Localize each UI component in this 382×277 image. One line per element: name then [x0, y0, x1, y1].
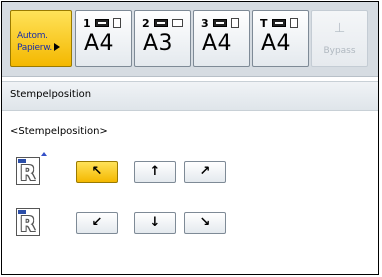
- play-arrow-icon: [53, 43, 60, 51]
- tray-2-button[interactable]: 2 A3: [134, 10, 191, 67]
- paper-tray-icon: [272, 19, 286, 27]
- paper-tray-icon: [154, 19, 168, 27]
- bypass-tray-icon: ⊥: [334, 21, 346, 36]
- paper-tray-icon: [95, 19, 109, 27]
- paper-size: A4: [202, 31, 233, 56]
- page-header: Stempelposition: [2, 81, 378, 111]
- position-bottom-center-button[interactable]: ↓: [134, 212, 176, 234]
- paper-size: A4: [84, 31, 115, 56]
- auto-paper-label-line2: Papierw.: [17, 43, 60, 53]
- paper-size: A4: [261, 31, 292, 56]
- paper-size: A3: [143, 31, 174, 56]
- bypass-tray-button[interactable]: ⊥ Bypass: [311, 10, 368, 67]
- tray-t-button[interactable]: T A4: [252, 10, 309, 67]
- tray-number: 3: [201, 17, 209, 30]
- paper-tray-icon: [213, 19, 227, 27]
- paper-tray-bar: Autom. Papierw. 1 A4 2 A3 3 A4 T A4 ⊥ By…: [2, 2, 378, 77]
- position-top-right-button[interactable]: ↗: [184, 161, 226, 183]
- paper-portrait-icon: [231, 18, 239, 28]
- tray-number: 2: [142, 17, 150, 30]
- paper-portrait-icon: [113, 18, 121, 28]
- position-top-left-button[interactable]: ↖: [76, 161, 118, 183]
- tray-3-button[interactable]: 3 A4: [193, 10, 250, 67]
- position-marker-icon: [41, 152, 47, 156]
- tray-number: 1: [83, 17, 91, 30]
- stamp-position-screen: Autom. Papierw. 1 A4 2 A3 3 A4 T A4 ⊥ By…: [1, 1, 379, 275]
- tray-1-button[interactable]: 1 A4: [75, 10, 132, 67]
- position-top-center-button[interactable]: ↑: [134, 161, 176, 183]
- auto-paper-label-line1: Autom.: [17, 31, 48, 41]
- paper-portrait-icon: [290, 18, 298, 28]
- bypass-label: Bypass: [323, 46, 356, 56]
- section-label: <Stempelposition>: [10, 126, 108, 137]
- stamp-position-top-preview-icon: R: [16, 157, 40, 185]
- tray-number: T: [260, 17, 268, 30]
- auto-paper-select-button[interactable]: Autom. Papierw.: [10, 10, 72, 67]
- stamp-position-bottom-preview-icon: R: [16, 208, 40, 236]
- page-title: Stempelposition: [10, 89, 92, 100]
- position-bottom-left-button[interactable]: ↙: [76, 212, 118, 234]
- paper-landscape-icon: [172, 19, 183, 27]
- position-bottom-right-button[interactable]: ↘: [184, 212, 226, 234]
